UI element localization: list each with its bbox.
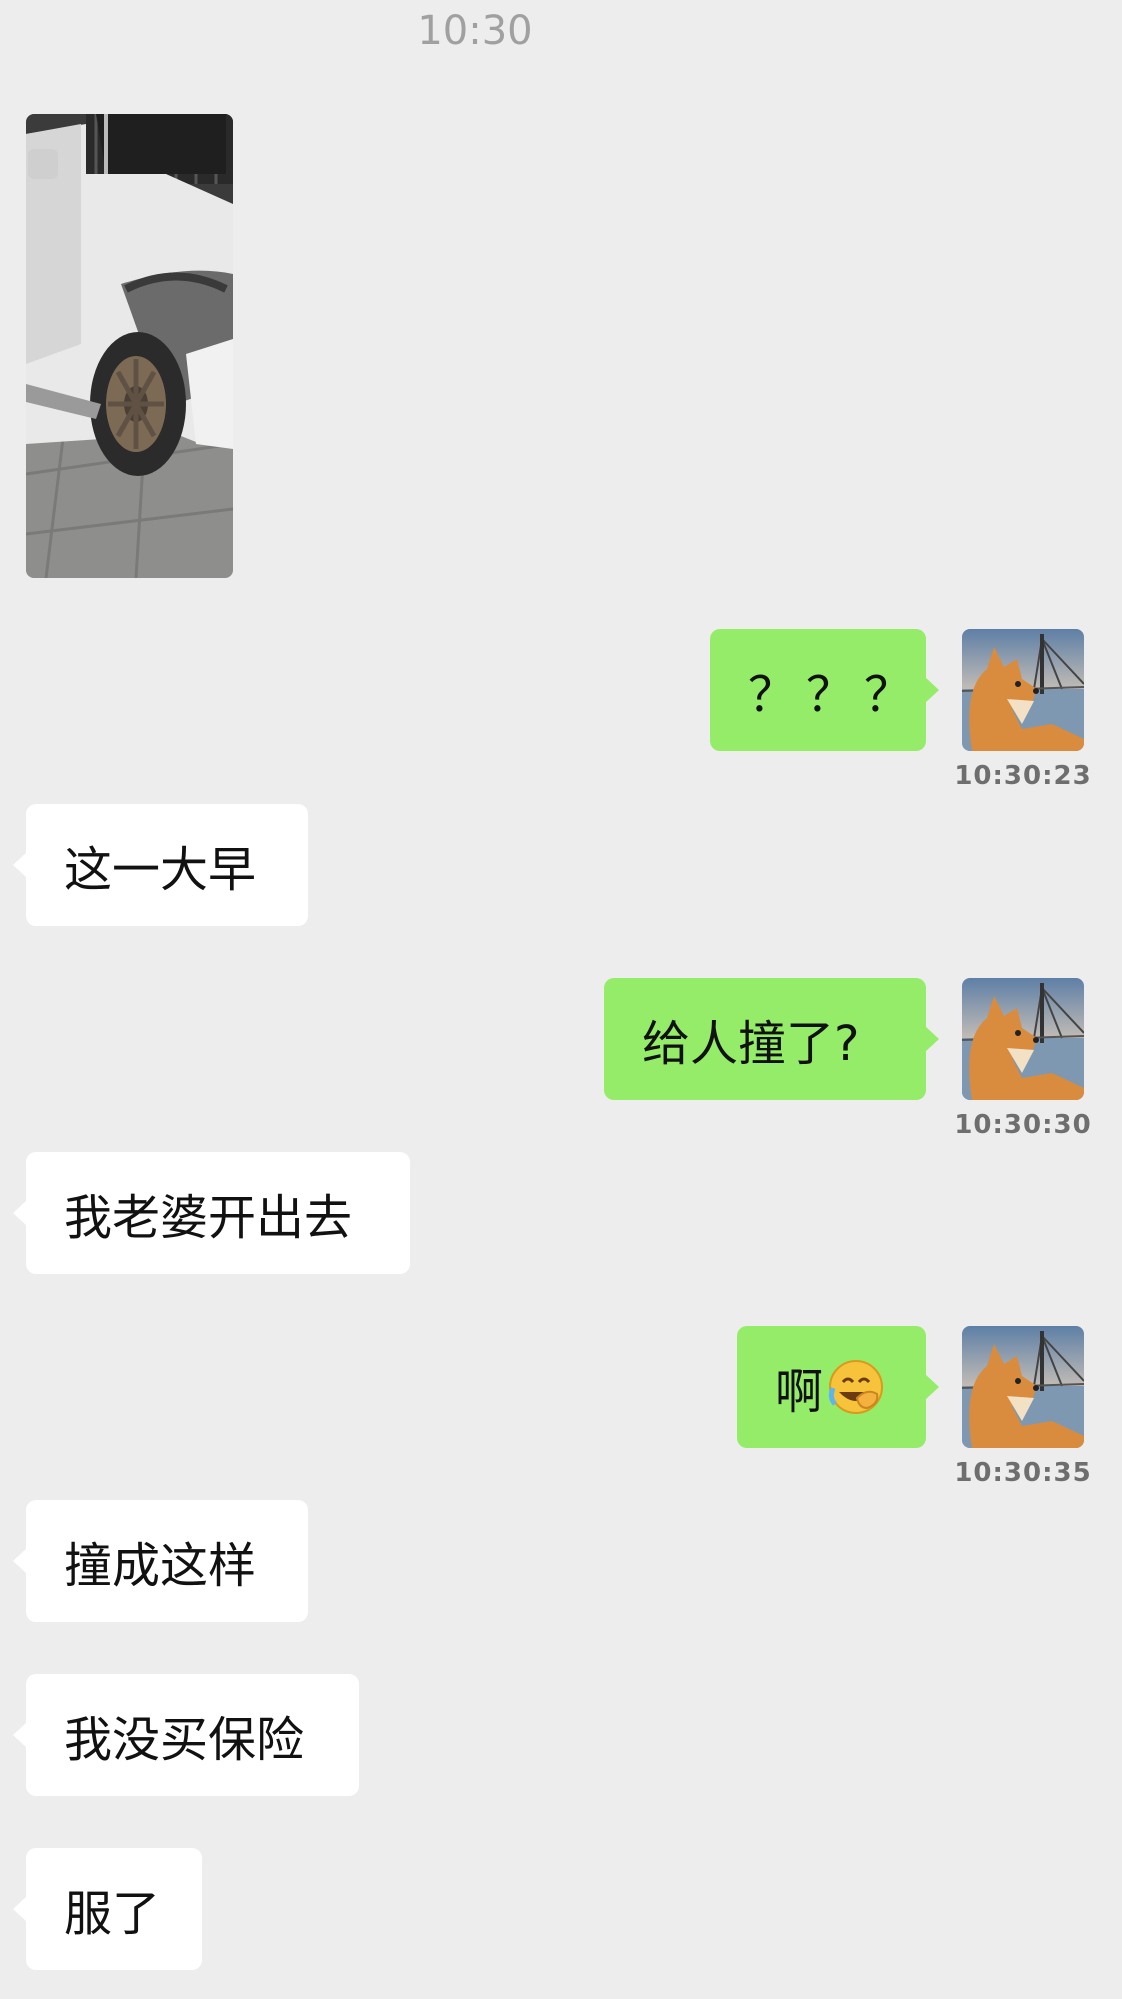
car-damage-photo[interactable]: [26, 114, 233, 578]
shiba-avatar-image: [962, 629, 1084, 751]
user-avatar[interactable]: [962, 978, 1084, 1100]
message-text: 我老婆开出去: [64, 1190, 353, 1246]
facepalm-laugh-emoji-icon: [827, 1358, 885, 1416]
incoming-message-bubble[interactable]: 我没买保险: [13, 1674, 359, 1796]
message-text: 服了: [64, 1886, 161, 1942]
outgoing-message-bubble[interactable]: 啊: [737, 1326, 939, 1448]
message-timestamp: 10:30:23: [954, 761, 1092, 791]
chat-time-divider: 10:30: [417, 8, 533, 54]
user-avatar[interactable]: [962, 1326, 1084, 1448]
shiba-avatar-image: [962, 978, 1084, 1100]
incoming-message-bubble[interactable]: 服了: [13, 1848, 202, 1970]
outgoing-message-bubble[interactable]: ？？？: [710, 629, 939, 751]
shiba-avatar-image: [962, 1326, 1084, 1448]
message-text: 啊: [775, 1364, 824, 1420]
message-text: 撞成这样: [64, 1538, 257, 1594]
user-avatar[interactable]: [962, 629, 1084, 751]
message-text: ？？？: [748, 667, 923, 723]
incoming-message-bubble[interactable]: 我老婆开出去: [13, 1152, 410, 1274]
car-photo-image: [26, 114, 233, 578]
message-text: 我没买保险: [64, 1712, 305, 1768]
message-text: 这一大早: [64, 842, 257, 898]
message-timestamp: 10:30:35: [954, 1458, 1092, 1488]
incoming-message-bubble[interactable]: 这一大早: [13, 804, 308, 926]
message-timestamp: 10:30:30: [954, 1110, 1092, 1140]
message-text: 给人撞了?: [642, 1016, 860, 1072]
outgoing-message-bubble[interactable]: 给人撞了?: [604, 978, 939, 1100]
incoming-message-bubble[interactable]: 撞成这样: [13, 1500, 308, 1622]
